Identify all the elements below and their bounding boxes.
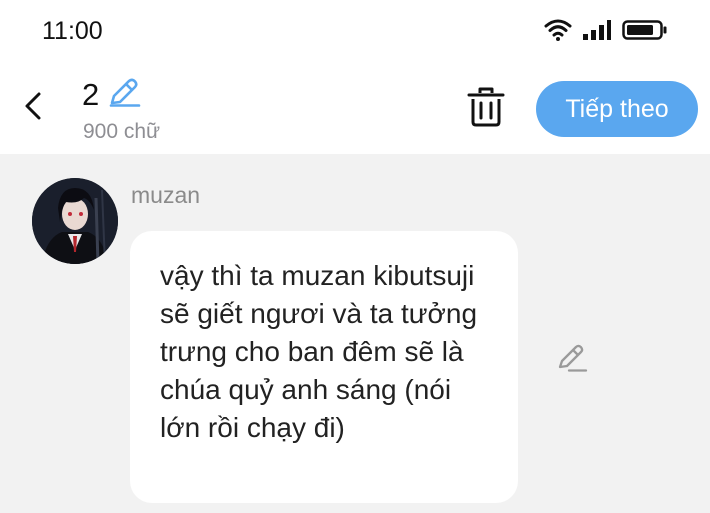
- chevron-left-icon: [23, 91, 43, 126]
- back-button[interactable]: [18, 88, 48, 128]
- next-button[interactable]: Tiếp theo: [536, 81, 698, 137]
- status-time: 11:00: [42, 17, 103, 45]
- delete-button[interactable]: [466, 86, 506, 128]
- battery-icon: [622, 19, 668, 46]
- char-count: 900 chữ: [83, 120, 161, 143]
- chat-area: muzan vậy thì ta muzan kibutsuji sẽ giết…: [0, 154, 710, 513]
- signal-icon: [582, 19, 612, 46]
- status-bar: 11:00: [0, 0, 710, 64]
- status-icons: [544, 18, 668, 47]
- trash-icon: [466, 87, 506, 132]
- page-title: 2: [82, 76, 100, 112]
- pencil-icon: [556, 344, 588, 378]
- edit-message-button[interactable]: [556, 342, 588, 374]
- title-row: 2: [82, 76, 141, 113]
- character-name: muzan: [131, 182, 201, 208]
- avatar[interactable]: [32, 178, 118, 264]
- message-bubble[interactable]: vậy thì ta muzan kibutsuji sẽ giết ngươi…: [130, 231, 518, 503]
- wifi-icon: [544, 18, 572, 47]
- edit-title-button[interactable]: [107, 76, 141, 113]
- pencil-icon: [107, 76, 141, 113]
- message-text: vậy thì ta muzan kibutsuji sẽ giết ngươi…: [160, 260, 478, 443]
- editor-header: 2 900 chữ Tiếp theo: [0, 64, 710, 154]
